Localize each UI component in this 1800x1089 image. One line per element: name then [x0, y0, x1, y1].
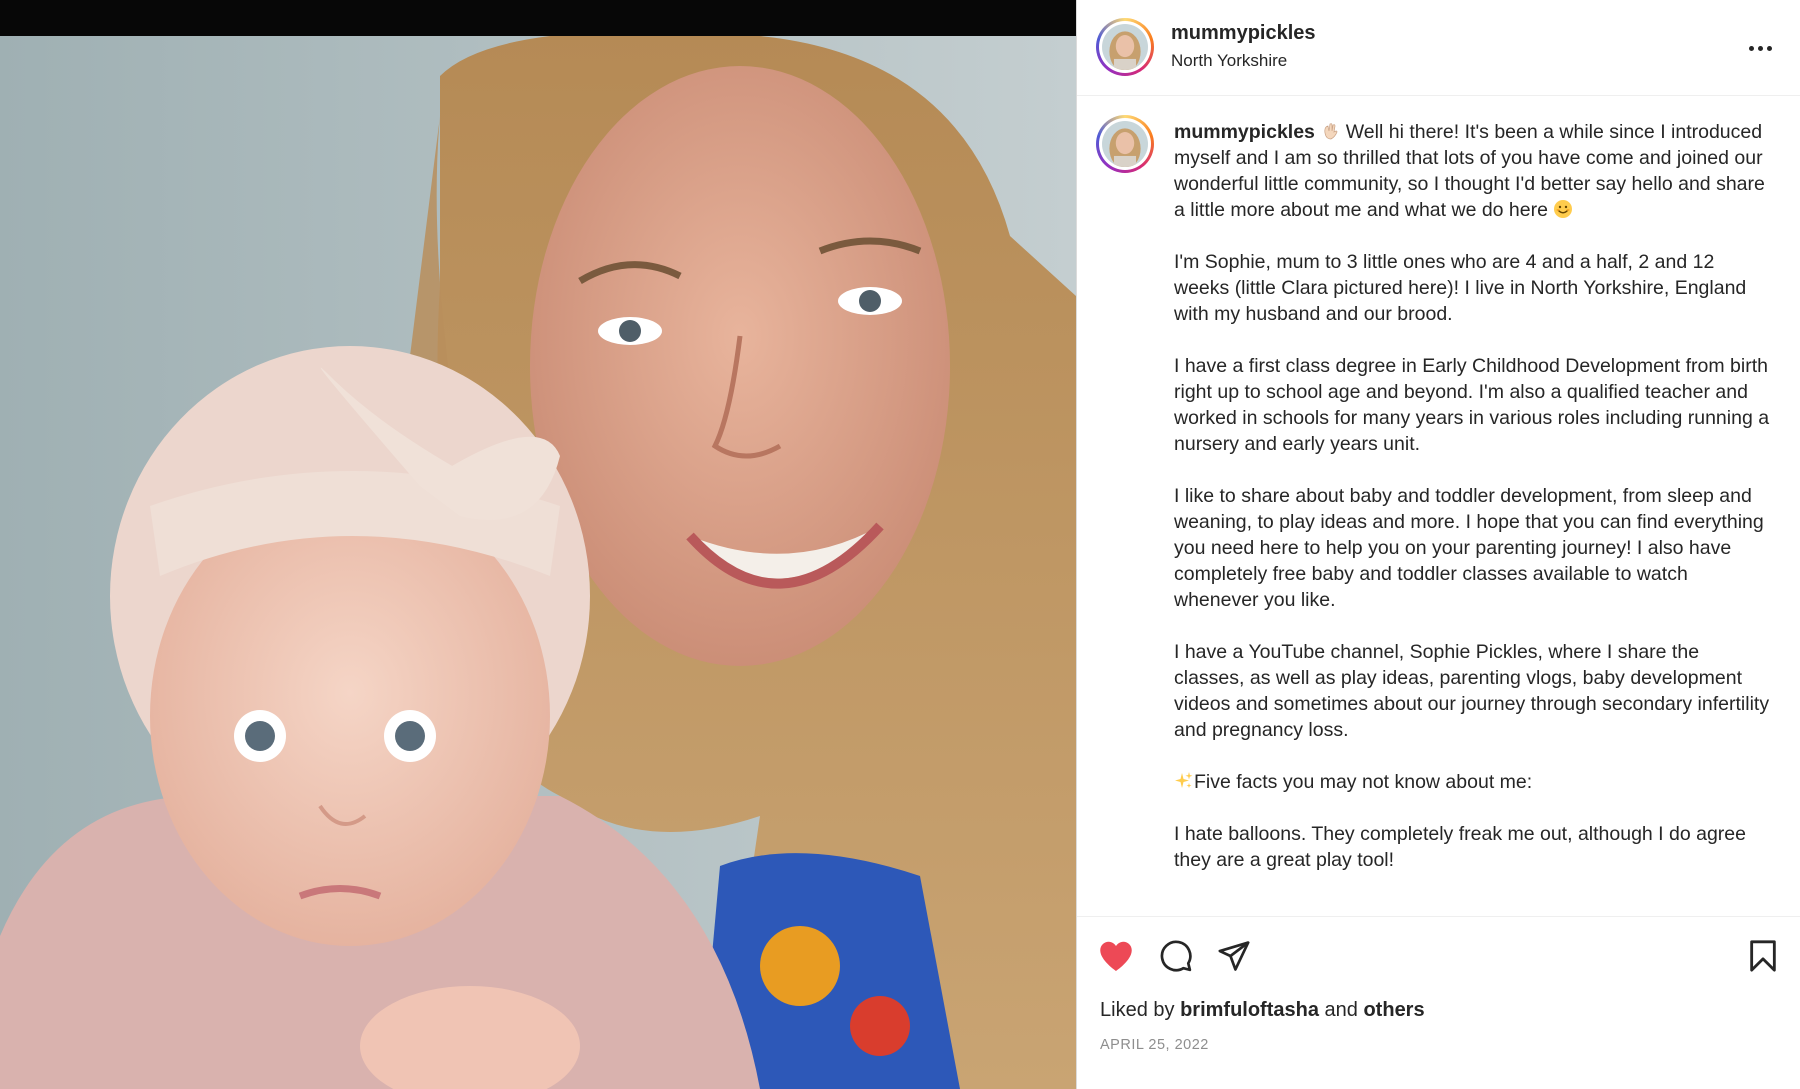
profile-avatar[interactable] [1096, 18, 1154, 76]
post-date[interactable]: APRIL 25, 2022 [1100, 1037, 1209, 1053]
caption-paragraph: I have a YouTube channel, Sophie Pickles… [1174, 641, 1770, 741]
paper-plane-icon [1218, 941, 1250, 971]
caption-paragraph: I'm Sophie, mum to 3 little ones who are… [1174, 251, 1747, 325]
waving-hand-emoji [1324, 123, 1338, 140]
more-options-button[interactable] [1745, 33, 1775, 63]
caption-paragraph: I like to share about baby and toddler d… [1174, 485, 1764, 611]
comment-button[interactable] [1159, 939, 1193, 973]
facts-heading-text: Five facts you may not know about me: [1194, 771, 1533, 793]
caption-intro: mummypickles Well hi there! It's been a … [1174, 119, 1774, 223]
likes-prefix: Liked by [1100, 999, 1175, 1021]
post-photo-panel [0, 0, 1076, 1089]
liked-by-user-link[interactable]: brimfuloftasha [1180, 999, 1319, 1021]
smiling-face-emoji [1554, 200, 1573, 218]
caption-fact: I hate balloons. They completely freak m… [1174, 823, 1746, 871]
caption-username[interactable]: mummypickles [1174, 121, 1315, 143]
likes-others-link[interactable]: others [1363, 999, 1424, 1021]
caption-text: mummypickles Well hi there! It's been a … [1174, 119, 1774, 899]
post-actions-bar: Liked by brimfuloftasha and others APRIL… [1077, 916, 1800, 1089]
more-horizontal-icon [1748, 45, 1754, 51]
post-location[interactable]: North Yorkshire [1171, 51, 1287, 71]
post-username[interactable]: mummypickles [1171, 22, 1316, 45]
likes-summary: Liked by brimfuloftasha and others [1100, 999, 1425, 1022]
bookmark-icon [1750, 940, 1776, 972]
like-button[interactable] [1098, 939, 1134, 973]
post-header: mummypickles North Yorkshire [1077, 0, 1800, 96]
caption-avatar[interactable] [1096, 115, 1154, 173]
caption-area: mummypickles Well hi there! It's been a … [1077, 97, 1800, 915]
photo-illustration [0, 36, 1076, 1089]
avatar-image [1102, 24, 1148, 70]
photo-top-bar [0, 0, 1076, 36]
save-button[interactable] [1748, 939, 1778, 973]
avatar-image [1102, 121, 1148, 167]
sparkles-emoji [1175, 772, 1193, 788]
facts-heading: Five facts you may not know about me: [1174, 769, 1774, 795]
post-details-panel: mummypickles North Yorkshire mummypickle… [1076, 0, 1800, 1089]
share-button[interactable] [1217, 939, 1251, 973]
likes-joiner: and [1324, 999, 1358, 1021]
caption-paragraph: I have a first class degree in Early Chi… [1174, 355, 1770, 455]
heart-filled-icon [1100, 941, 1132, 971]
comment-icon [1160, 940, 1192, 972]
post-photo[interactable] [0, 36, 1076, 1089]
